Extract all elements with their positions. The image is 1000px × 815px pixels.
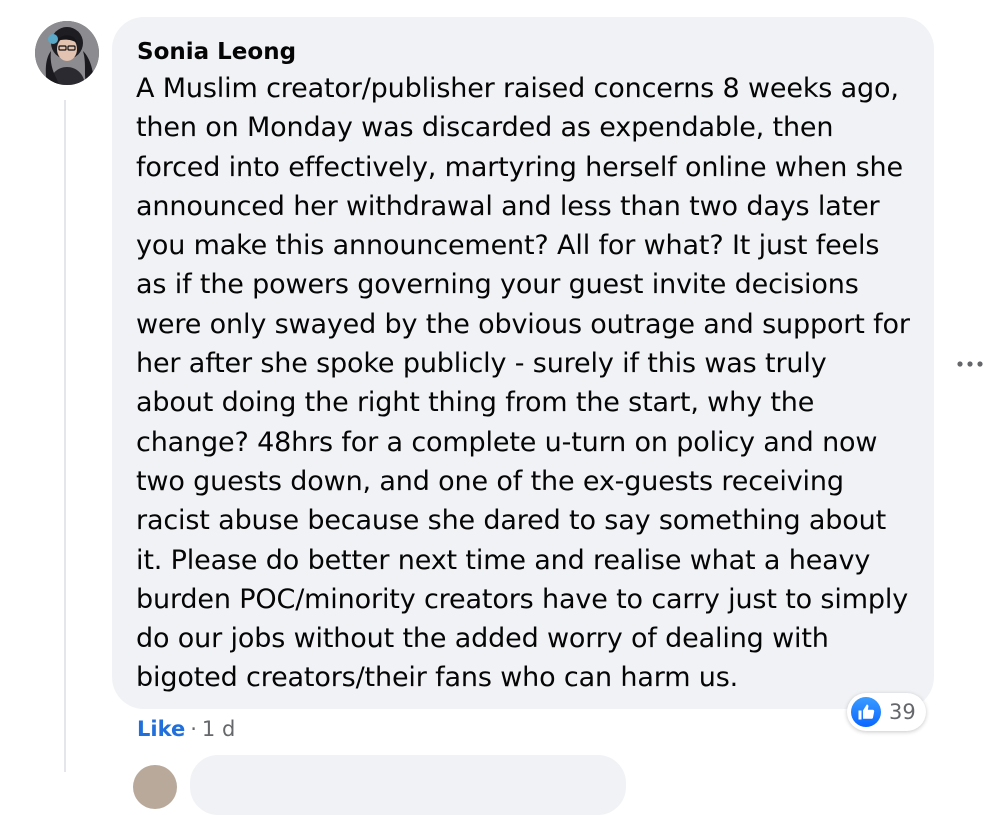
reaction-summary[interactable]: 39	[847, 693, 926, 731]
comment-actions: Like · 1 d	[137, 714, 235, 744]
comment-text: A Muslim creator/publisher raised concer…	[136, 73, 910, 694]
reaction-count: 39	[889, 700, 916, 724]
comment-timestamp[interactable]: 1 d	[202, 717, 235, 741]
comment-bubble: Sonia Leong A Muslim creator/publisher r…	[112, 17, 934, 709]
profile-photo	[35, 21, 99, 85]
avatar[interactable]	[35, 21, 99, 85]
thumbs-up-icon	[851, 697, 881, 727]
separator-dot: ·	[190, 717, 197, 741]
next-comment-bubble	[190, 755, 626, 815]
reply-thread-line	[64, 100, 66, 772]
like-button[interactable]: Like	[137, 717, 185, 741]
more-options-button[interactable]	[954, 352, 986, 376]
more-horizontal-icon	[957, 361, 983, 367]
comment-author[interactable]: Sonia Leong	[137, 35, 910, 69]
